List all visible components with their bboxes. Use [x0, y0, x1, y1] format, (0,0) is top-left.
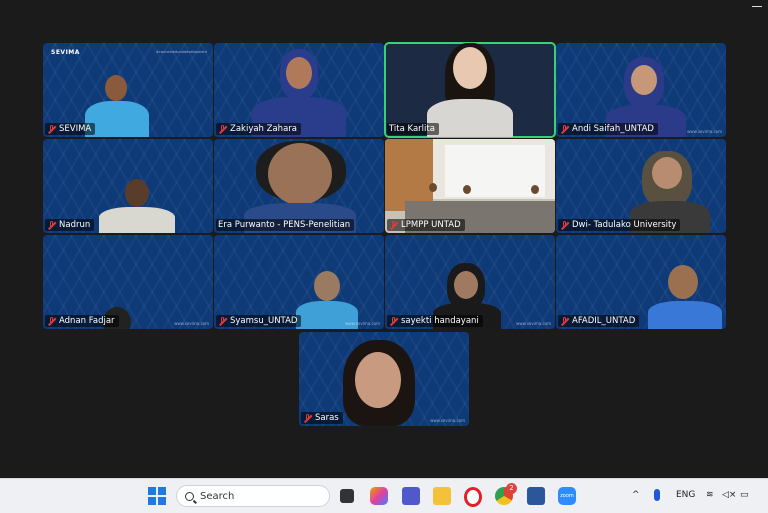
taskbar-search-box[interactable]: Search [176, 485, 330, 507]
video-tile-era[interactable]: Era Purwanto - PENS-Penelitian [214, 139, 384, 233]
participant-name-label: Saras [301, 412, 343, 424]
notification-badge: 2 [506, 483, 517, 494]
opera-icon[interactable] [464, 487, 482, 507]
participant-name-label: Era Purwanto - PENS-Penelitian [216, 219, 355, 231]
watermark: www.sevima.com [687, 129, 722, 134]
wifi-icon[interactable]: ≋ [706, 490, 714, 500]
copilot-icon[interactable] [370, 487, 388, 505]
participant-face [453, 47, 487, 89]
mic-muted-icon [47, 220, 56, 230]
video-tile-tita-active-speaker[interactable]: Tita Karlita [384, 42, 556, 138]
participant-body [99, 207, 175, 233]
windows-start-icon[interactable] [148, 487, 166, 505]
video-tile-lpmpp-room[interactable]: LPMPP UNTAD [385, 139, 555, 233]
watermark: www.sevima.com [345, 321, 380, 326]
mic-muted-icon [47, 124, 56, 134]
brand-logo: SEVIMA [51, 49, 80, 56]
search-icon [185, 491, 194, 501]
participant-face [631, 65, 657, 95]
word-icon[interactable] [527, 487, 545, 505]
participant-head [668, 265, 698, 299]
video-tile-syamsu[interactable]: Syamsu_UNTAD www.sevima.com [214, 235, 384, 329]
participant-face [268, 143, 332, 205]
participant-name-label: SEVIMA [45, 123, 96, 135]
microphone-icon[interactable] [654, 489, 660, 501]
participant-name-label: sayekti handayani [387, 315, 483, 327]
participant-name-label: Andi Saifah_UNTAD [558, 123, 658, 135]
mic-muted-icon [389, 220, 398, 230]
watermark: www.sevima.com [516, 321, 551, 326]
participant-head [125, 179, 149, 207]
participant-body [648, 301, 722, 329]
watermark: www.sevima.com [174, 321, 209, 326]
video-tile-andi[interactable]: Andi Saifah_UNTAD www.sevima.com [556, 43, 726, 137]
participant-face [652, 157, 682, 189]
watermark: www.sevima.com [430, 418, 465, 423]
mic-muted-icon [47, 316, 56, 326]
battery-icon[interactable]: ▭ [740, 490, 749, 500]
chevron-up-icon[interactable]: ^ [632, 490, 640, 500]
mic-muted-icon [560, 124, 569, 134]
video-tile-saras[interactable]: Saras www.sevima.com [299, 332, 469, 426]
participant-face [355, 352, 401, 408]
tagline: #connectedunddevelopment [155, 50, 207, 54]
participant-name-label: Dwi- Tadulako University [558, 219, 681, 231]
participant-name-label: AFADIL_UNTAD [558, 315, 640, 327]
participant-name-label: Zakiyah Zahara [216, 123, 301, 135]
participant-body [427, 99, 513, 137]
projector-screen [445, 145, 545, 197]
file-explorer-icon[interactable] [433, 487, 451, 505]
mic-muted-icon [560, 316, 569, 326]
video-tile-sayekti[interactable]: sayekti handayani www.sevima.com [385, 235, 555, 329]
participant-name-label: Nadrun [45, 219, 95, 231]
mic-muted-icon [560, 220, 569, 230]
participant-name-label: Syamsu_UNTAD [216, 315, 302, 327]
zoom-icon[interactable]: zoom [558, 487, 576, 505]
video-tile-dwi[interactable]: Dwi- Tadulako University [556, 139, 726, 233]
mic-muted-icon [389, 316, 398, 326]
video-tile-afadil[interactable]: AFADIL_UNTAD [556, 235, 726, 329]
video-tile-adnan[interactable]: Adnan Fadjar www.sevima.com [43, 235, 213, 329]
minimize-icon[interactable] [752, 6, 762, 7]
participant-head [105, 75, 127, 101]
mic-muted-icon [218, 124, 227, 134]
teams-icon[interactable] [402, 487, 420, 505]
participant-name-label: LPMPP UNTAD [387, 219, 465, 231]
participant-name-label: Adnan Fadjar [45, 315, 119, 327]
task-view-icon[interactable] [340, 489, 354, 503]
participant-name-label: Tita Karlita [387, 123, 439, 135]
mic-muted-icon [218, 316, 227, 326]
participant-face [454, 271, 478, 299]
participant-head [314, 271, 340, 301]
video-tile-sevima[interactable]: SEVIMA #connectedunddevelopment SEVIMA [43, 43, 213, 137]
windows-taskbar: Search 2 zoom ^ ENG ≋ ◁× ▭ [0, 478, 768, 513]
mic-muted-icon [303, 413, 312, 423]
speaker-muted-icon[interactable]: ◁× [722, 490, 736, 500]
participant-face [286, 57, 312, 89]
language-indicator[interactable]: ENG [676, 490, 695, 500]
video-tile-zakiyah[interactable]: Zakiyah Zahara [214, 43, 384, 137]
video-tile-nadrun[interactable]: Nadrun [43, 139, 213, 233]
